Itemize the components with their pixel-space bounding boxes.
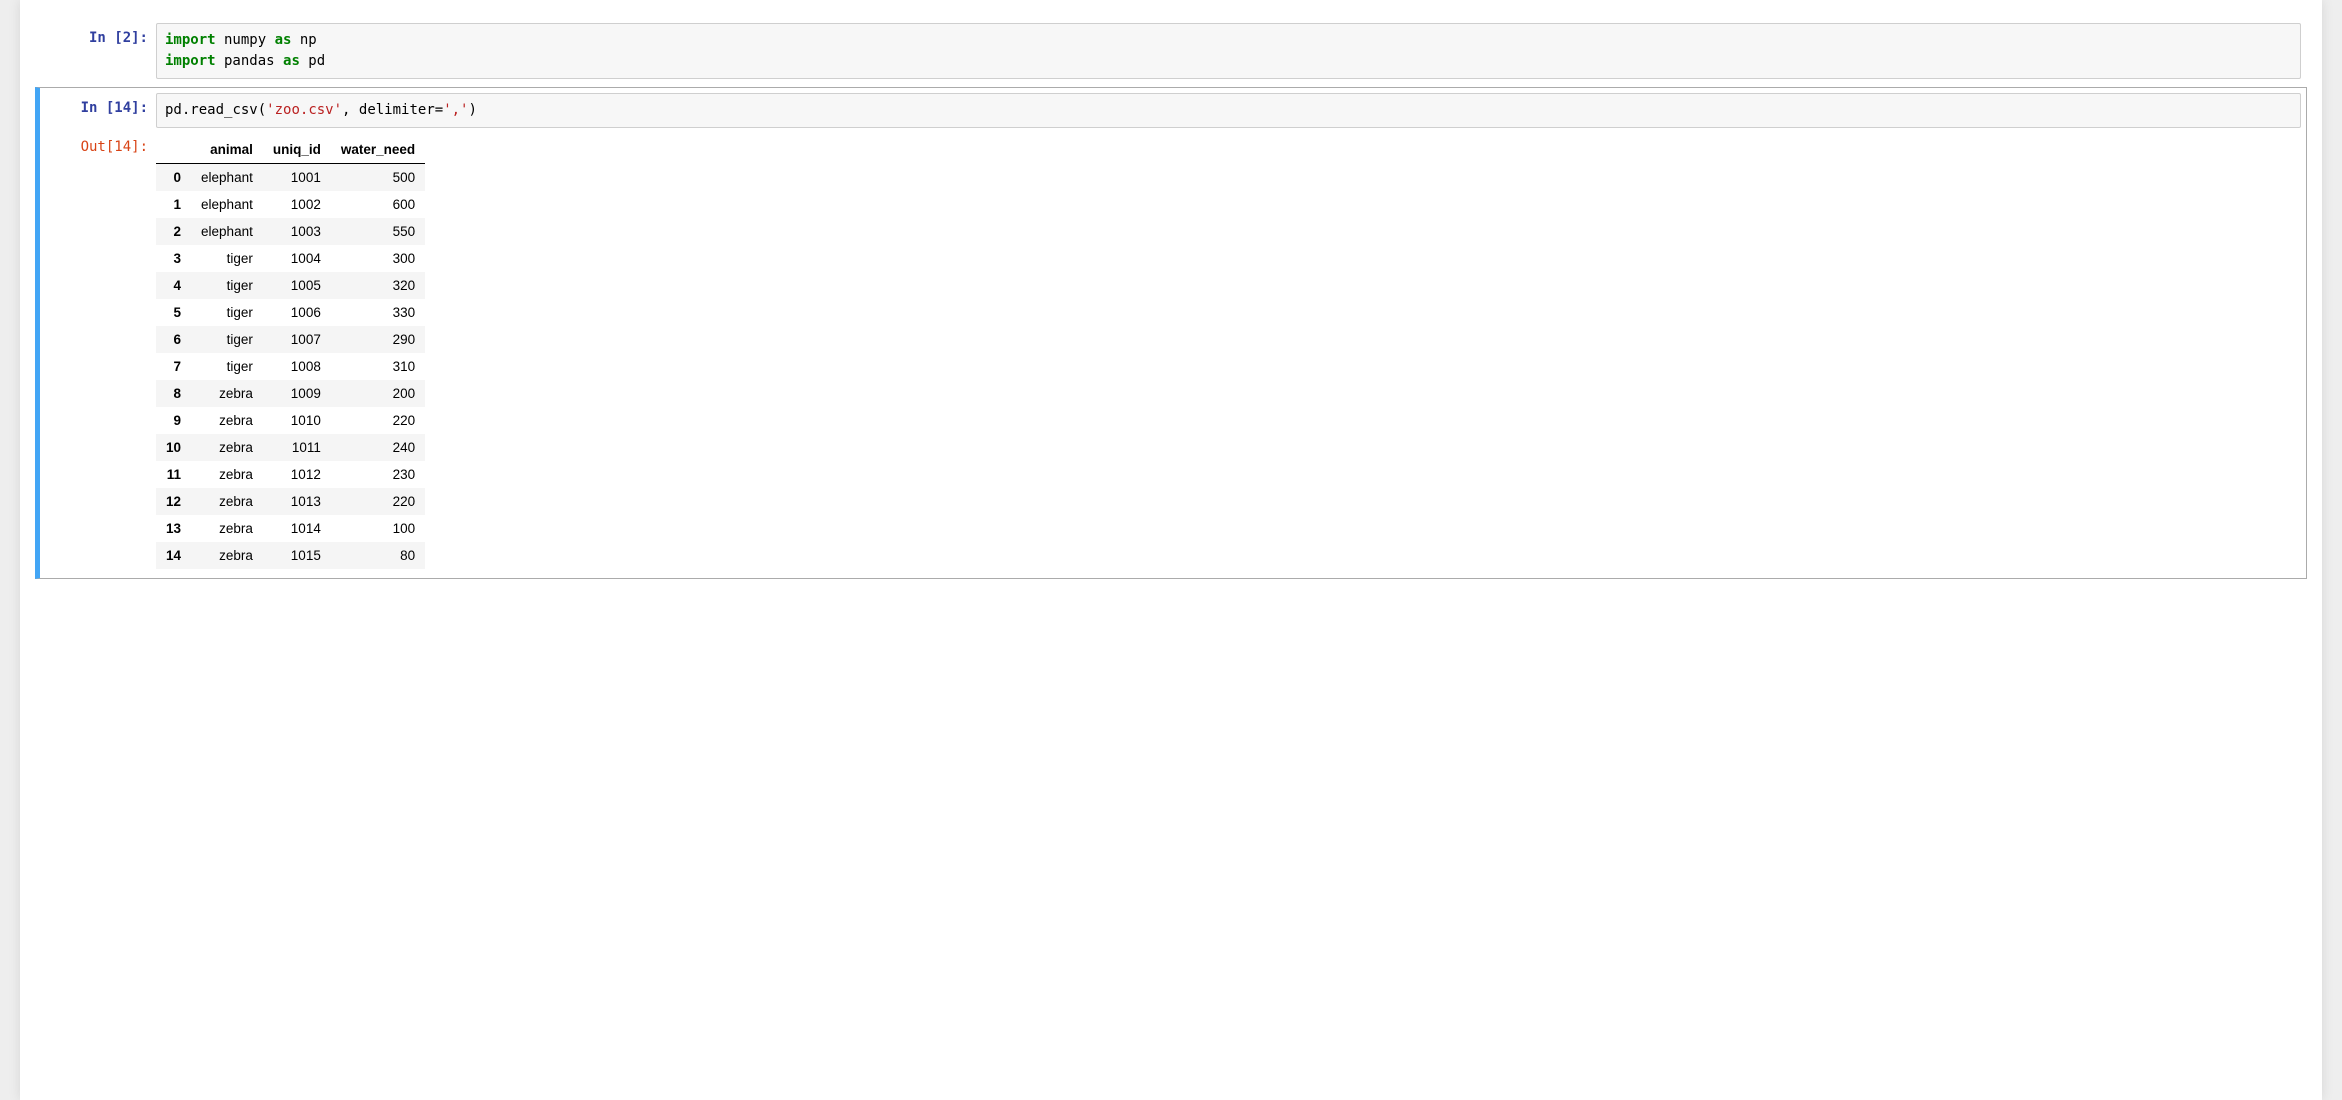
df-row-index: 6 (156, 326, 191, 353)
dataframe-table: animaluniq_idwater_need 0elephant1001500… (156, 136, 425, 569)
code-input-1[interactable]: import numpy as np import pandas as pd (156, 23, 2301, 79)
df-row-index: 11 (156, 461, 191, 488)
df-cell: 1008 (263, 353, 331, 380)
df-cell: elephant (191, 164, 263, 192)
df-row-index: 12 (156, 488, 191, 515)
table-row: 7tiger1008310 (156, 353, 425, 380)
df-cell: zebra (191, 434, 263, 461)
df-cell: 500 (331, 164, 425, 192)
table-row: 3tiger1004300 (156, 245, 425, 272)
df-cell: 1005 (263, 272, 331, 299)
output-area-2: animaluniq_idwater_need 0elephant1001500… (156, 132, 2301, 573)
df-cell: 230 (331, 461, 425, 488)
df-cell: tiger (191, 245, 263, 272)
df-cell: elephant (191, 218, 263, 245)
df-row-index: 10 (156, 434, 191, 461)
table-row: 12zebra1013220 (156, 488, 425, 515)
df-cell: zebra (191, 515, 263, 542)
df-cell: zebra (191, 380, 263, 407)
table-row: 1elephant1002600 (156, 191, 425, 218)
df-cell: tiger (191, 353, 263, 380)
table-row: 13zebra1014100 (156, 515, 425, 542)
df-cell: 300 (331, 245, 425, 272)
df-row-index: 13 (156, 515, 191, 542)
df-cell: 1007 (263, 326, 331, 353)
table-row: 14zebra101580 (156, 542, 425, 569)
df-cell: 1013 (263, 488, 331, 515)
df-cell: tiger (191, 272, 263, 299)
table-row: 0elephant1001500 (156, 164, 425, 192)
df-row-index: 9 (156, 407, 191, 434)
df-cell: 220 (331, 488, 425, 515)
df-column-header: uniq_id (263, 136, 331, 164)
df-cell: 1014 (263, 515, 331, 542)
df-cell: 1003 (263, 218, 331, 245)
table-row: 11zebra1012230 (156, 461, 425, 488)
df-cell: 100 (331, 515, 425, 542)
table-row: 9zebra1010220 (156, 407, 425, 434)
df-cell: zebra (191, 488, 263, 515)
df-cell: zebra (191, 542, 263, 569)
df-cell: 1001 (263, 164, 331, 192)
df-cell: 1015 (263, 542, 331, 569)
table-row: 6tiger1007290 (156, 326, 425, 353)
df-row-index: 5 (156, 299, 191, 326)
df-cell: 600 (331, 191, 425, 218)
code-input-2[interactable]: pd.read_csv('zoo.csv', delimiter=',') (156, 93, 2301, 128)
df-row-index: 1 (156, 191, 191, 218)
table-row: 8zebra1009200 (156, 380, 425, 407)
df-row-index: 0 (156, 164, 191, 192)
df-cell: 310 (331, 353, 425, 380)
input-prompt-1: In [2]: (41, 23, 156, 49)
df-cell: 1012 (263, 461, 331, 488)
df-index-header (156, 136, 191, 164)
table-row: 5tiger1006330 (156, 299, 425, 326)
df-cell: 1009 (263, 380, 331, 407)
df-row-index: 7 (156, 353, 191, 380)
df-cell: zebra (191, 407, 263, 434)
df-cell: 1010 (263, 407, 331, 434)
df-row-index: 14 (156, 542, 191, 569)
df-column-header: water_need (331, 136, 425, 164)
df-cell: 320 (331, 272, 425, 299)
code-cell-1[interactable]: In [2]: import numpy as np import pandas… (35, 17, 2307, 85)
df-column-header: animal (191, 136, 263, 164)
df-row-index: 3 (156, 245, 191, 272)
df-cell: 240 (331, 434, 425, 461)
df-cell: tiger (191, 326, 263, 353)
df-cell: 80 (331, 542, 425, 569)
code-cell-2[interactable]: In [14]: pd.read_csv('zoo.csv', delimite… (35, 87, 2307, 579)
df-cell: 1004 (263, 245, 331, 272)
df-cell: 330 (331, 299, 425, 326)
df-cell: 1006 (263, 299, 331, 326)
df-cell: 1011 (263, 434, 331, 461)
df-cell: tiger (191, 299, 263, 326)
table-row: 4tiger1005320 (156, 272, 425, 299)
df-row-index: 2 (156, 218, 191, 245)
df-row-index: 4 (156, 272, 191, 299)
output-prompt-2: Out[14]: (41, 132, 156, 158)
df-cell: 550 (331, 218, 425, 245)
df-cell: 200 (331, 380, 425, 407)
table-row: 10zebra1011240 (156, 434, 425, 461)
df-cell: elephant (191, 191, 263, 218)
df-cell: 290 (331, 326, 425, 353)
df-cell: 220 (331, 407, 425, 434)
input-prompt-2: In [14]: (41, 93, 156, 119)
df-cell: zebra (191, 461, 263, 488)
table-row: 2elephant1003550 (156, 218, 425, 245)
notebook-container: In [2]: import numpy as np import pandas… (20, 0, 2322, 1100)
df-row-index: 8 (156, 380, 191, 407)
df-cell: 1002 (263, 191, 331, 218)
